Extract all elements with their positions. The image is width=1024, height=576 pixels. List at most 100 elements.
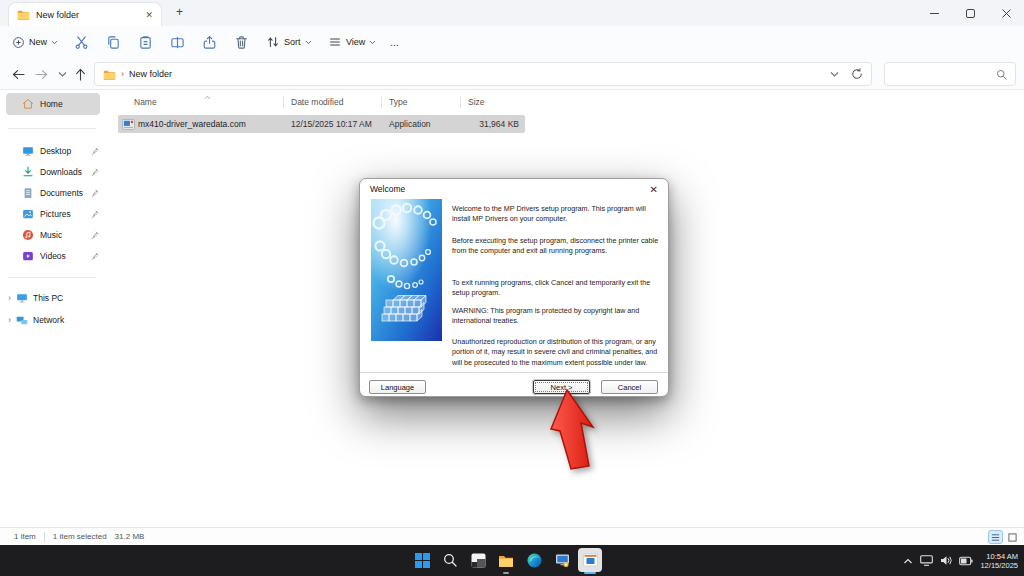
search-icon <box>996 69 1007 80</box>
chevron-down-icon <box>305 40 312 45</box>
view-button[interactable]: View <box>328 26 376 58</box>
sort-ascending-icon <box>204 95 211 100</box>
network-tray-icon[interactable] <box>920 555 933 566</box>
search-input[interactable] <box>884 62 1016 86</box>
file-row[interactable]: mx410-driver_waredata.com 12/15/2025 10:… <box>118 115 525 133</box>
paste-button[interactable] <box>138 26 153 58</box>
rename-button[interactable] <box>170 26 185 58</box>
large-icons-view-button[interactable] <box>1005 530 1020 544</box>
pin-icon <box>91 231 99 239</box>
breadcrumb[interactable]: › New folder <box>94 62 872 86</box>
edge-icon <box>527 553 542 568</box>
chevron-down-icon <box>51 40 58 45</box>
forward-button[interactable] <box>33 66 49 82</box>
sidebar-item-music[interactable]: Music <box>0 224 105 245</box>
taskbar: 10:54 AM 12/15/2025 <box>0 545 1024 576</box>
sidebar-item-downloads[interactable]: Downloads <box>0 161 105 182</box>
home-icon <box>22 98 34 110</box>
sidebar-item-videos[interactable]: Videos <box>0 245 105 266</box>
dialog-separator <box>360 372 668 374</box>
windows-logo-icon <box>415 553 430 568</box>
taskbar-edge[interactable] <box>522 548 546 572</box>
cut-icon <box>74 35 89 50</box>
back-button[interactable] <box>10 66 26 82</box>
chevron-right-icon[interactable]: › <box>8 316 11 324</box>
cancel-button[interactable]: Cancel <box>601 380 658 394</box>
share-icon <box>202 35 217 50</box>
folder-icon <box>498 554 514 567</box>
battery-icon[interactable] <box>959 556 973 566</box>
file-name: mx410-driver_waredata.com <box>138 119 284 129</box>
maximize-button[interactable] <box>952 0 988 26</box>
address-bar-row: › New folder <box>0 58 1024 90</box>
file-date: 12/15/2025 10:17 AM <box>284 119 382 129</box>
search-icon <box>443 553 457 567</box>
chevron-right-icon: › <box>121 69 124 79</box>
share-button[interactable] <box>202 26 217 58</box>
sidebar-item-network[interactable]: › Network <box>0 310 105 330</box>
column-header-name[interactable]: Name <box>118 92 283 112</box>
folder-icon <box>17 9 30 20</box>
dialog-title-bar[interactable]: Welcome ✕ <box>360 179 668 199</box>
paste-icon <box>138 35 153 50</box>
selection-size: 31.2 MB <box>115 532 145 541</box>
volume-icon[interactable] <box>940 555 952 566</box>
address-dropdown-icon[interactable] <box>830 71 839 78</box>
downloads-icon <box>22 166 34 178</box>
chevron-down-icon <box>369 40 376 45</box>
copy-button[interactable] <box>106 26 121 58</box>
sidebar-item-desktop[interactable]: Desktop <box>0 140 105 161</box>
sidebar-item-pictures[interactable]: Pictures <box>0 203 105 224</box>
sort-button[interactable]: Sort <box>266 26 312 58</box>
up-button[interactable] <box>72 66 88 82</box>
red-arrow-pointer <box>545 386 601 474</box>
taskbar-setup-app[interactable] <box>550 548 574 572</box>
copy-icon <box>106 35 121 50</box>
tab-close-icon[interactable]: ✕ <box>145 10 153 20</box>
sidebar: Home Desktop Downloads Documents Picture… <box>0 90 105 527</box>
breadcrumb-folder[interactable]: New folder <box>129 69 172 79</box>
column-header-size[interactable]: Size <box>461 92 525 112</box>
desktop-icon <box>22 145 34 157</box>
plus-circle-icon <box>12 36 25 49</box>
column-header-type[interactable]: Type <box>382 92 460 112</box>
explorer-tab[interactable]: New folder ✕ <box>8 2 162 26</box>
tray-chevron-up-icon[interactable] <box>903 557 913 565</box>
minimize-button[interactable] <box>916 0 952 26</box>
more-button[interactable]: ... <box>390 26 399 58</box>
sidebar-item-this-pc[interactable]: › This PC <box>0 288 105 308</box>
cut-button[interactable] <box>74 26 89 58</box>
taskbar-active-app[interactable] <box>578 548 602 572</box>
setup-dialog: Welcome ✕ <box>359 178 669 397</box>
pin-icon <box>91 189 99 197</box>
column-header-date-modified[interactable]: Date modified <box>284 92 381 112</box>
taskbar-file-explorer[interactable] <box>494 548 518 572</box>
taskbar-app-photos[interactable] <box>466 548 490 572</box>
sidebar-item-documents[interactable]: Documents <box>0 182 105 203</box>
videos-icon <box>22 250 34 262</box>
search-button[interactable] <box>438 548 462 572</box>
dialog-paragraph: WARNING: This program is protected by co… <box>452 306 665 327</box>
recent-locations-button[interactable] <box>54 66 70 82</box>
taskbar-clock[interactable]: 10:54 AM 12/15/2025 <box>980 552 1018 570</box>
installer-icon <box>555 553 570 568</box>
start-button[interactable] <box>410 548 434 572</box>
trash-icon <box>234 35 249 50</box>
refresh-icon[interactable] <box>851 68 863 80</box>
sidebar-item-home[interactable]: Home <box>6 93 100 115</box>
close-button[interactable] <box>988 0 1024 26</box>
setup-window-icon <box>583 553 598 568</box>
tab-strip: New folder ✕ + <box>0 0 1024 26</box>
details-view-button[interactable] <box>988 530 1003 544</box>
chevron-right-icon[interactable]: › <box>8 294 11 302</box>
pin-icon <box>91 252 99 260</box>
dialog-close-icon[interactable]: ✕ <box>650 184 658 195</box>
language-button[interactable]: Language <box>369 380 426 394</box>
delete-button[interactable] <box>234 26 249 58</box>
new-button[interactable]: New <box>12 26 58 58</box>
sort-icon <box>266 35 280 49</box>
dialog-paragraph: Before executing the setup program, disc… <box>452 236 665 257</box>
new-tab-button[interactable]: + <box>176 5 183 19</box>
selection-info: 1 item selected <box>53 532 107 541</box>
file-size: 31,964 KB <box>461 119 519 129</box>
